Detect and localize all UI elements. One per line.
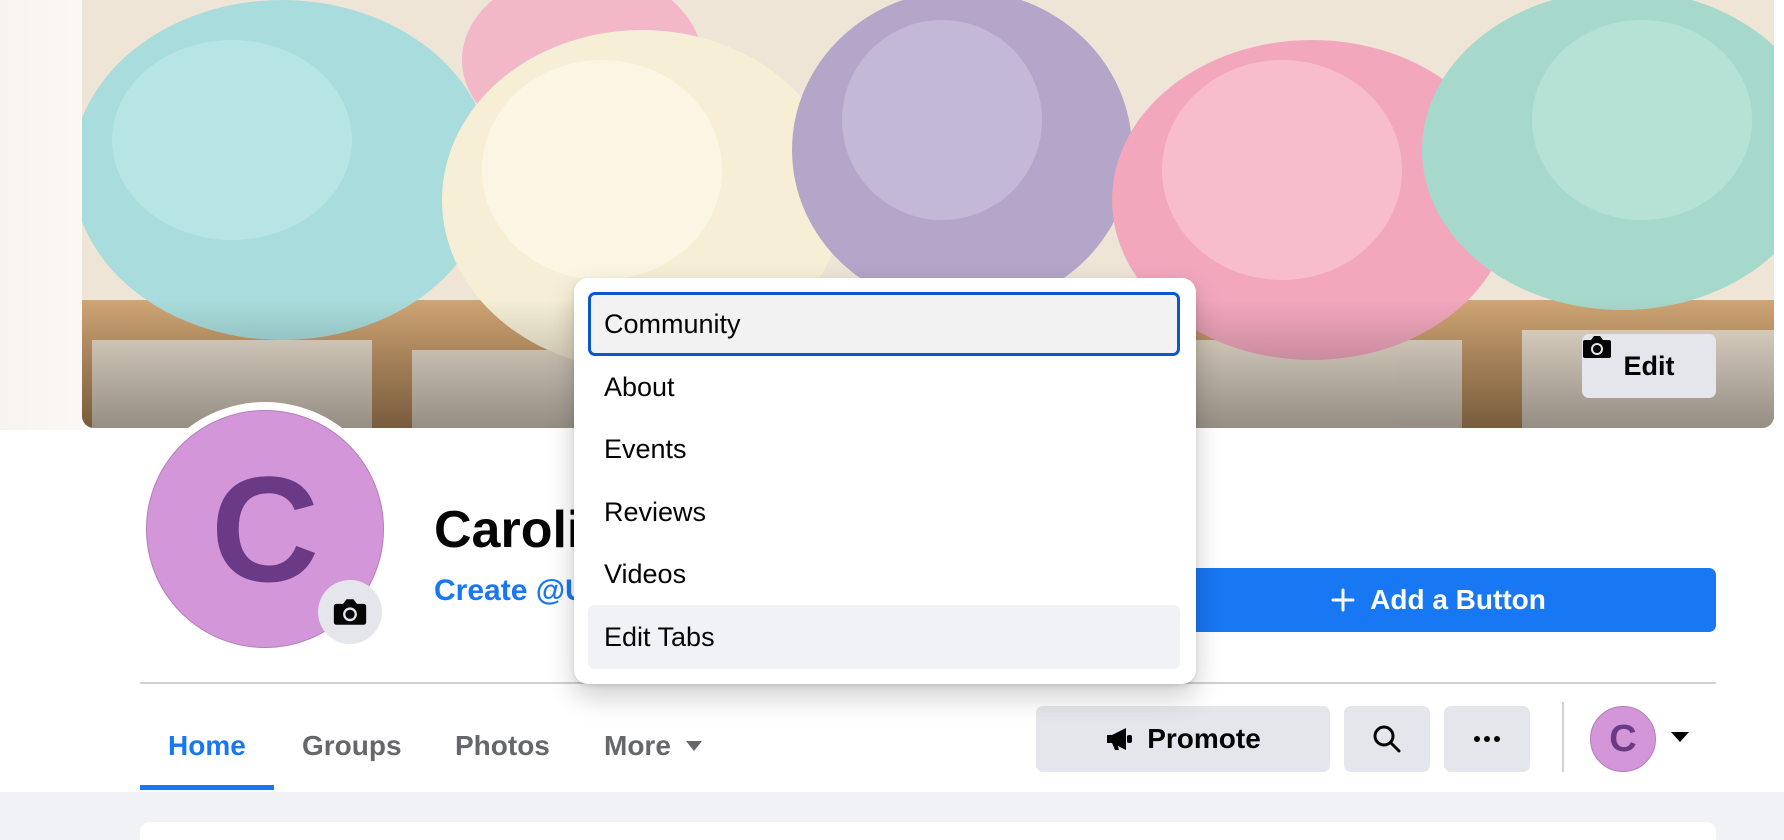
menu-item-label: Videos [604,558,687,589]
plus-icon [1331,588,1355,612]
create-username-link[interactable]: Create @U [434,574,587,608]
more-horizontal-icon [1474,736,1500,742]
account-avatar-initial: C [1609,717,1637,760]
caret-down-icon [685,741,702,751]
menu-item-community[interactable]: Community [588,292,1180,356]
search-button[interactable] [1344,706,1430,772]
menu-item-about[interactable]: About [588,355,1180,419]
more-options-button[interactable] [1444,706,1530,772]
menu-item-label: Events [604,433,687,464]
edit-cover-button[interactable]: Edit [1582,334,1716,398]
tab-photos-label: Photos [455,730,550,761]
promote-label: Promote [1147,723,1261,754]
search-icon [1373,725,1401,753]
tab-more[interactable]: More [604,702,703,790]
avatar-initial: C [210,444,320,613]
menu-item-label: Reviews [604,496,707,527]
tab-groups-label: Groups [302,730,402,761]
content-card [140,822,1716,840]
menu-item-label: About [604,371,675,402]
megaphone-icon [1107,728,1133,750]
tab-home-label: Home [168,730,246,761]
caret-down-icon [1671,732,1689,742]
account-avatar[interactable]: C [1590,706,1656,772]
add-a-button[interactable]: Add a Button [1160,568,1716,632]
camera-icon [333,599,367,625]
page-title: Caroli [434,501,582,559]
menu-item-label: Community [604,308,741,339]
tab-photos[interactable]: Photos [455,702,550,790]
active-tab-indicator [140,785,274,790]
menu-item-reviews[interactable]: Reviews [588,480,1180,544]
menu-item-edit-tabs[interactable]: Edit Tabs [588,605,1180,669]
page-left-background [0,0,82,430]
tab-more-label: More [604,730,671,761]
update-profile-picture-button[interactable] [318,580,382,644]
add-button-label: Add a Button [1370,584,1546,615]
menu-item-label: Edit Tabs [604,621,715,652]
camera-icon [1583,336,1611,358]
more-dropdown-menu: Community About Events Reviews Videos Ed… [574,278,1196,684]
edit-cover-label: Edit [1623,350,1675,381]
vertical-divider [1562,702,1564,772]
tab-home[interactable]: Home [168,702,246,790]
account-menu-caret[interactable] [1670,730,1690,749]
tab-groups[interactable]: Groups [302,702,402,790]
menu-item-events[interactable]: Events [588,417,1180,481]
promote-button[interactable]: Promote [1036,706,1330,772]
menu-item-videos[interactable]: Videos [588,542,1180,606]
